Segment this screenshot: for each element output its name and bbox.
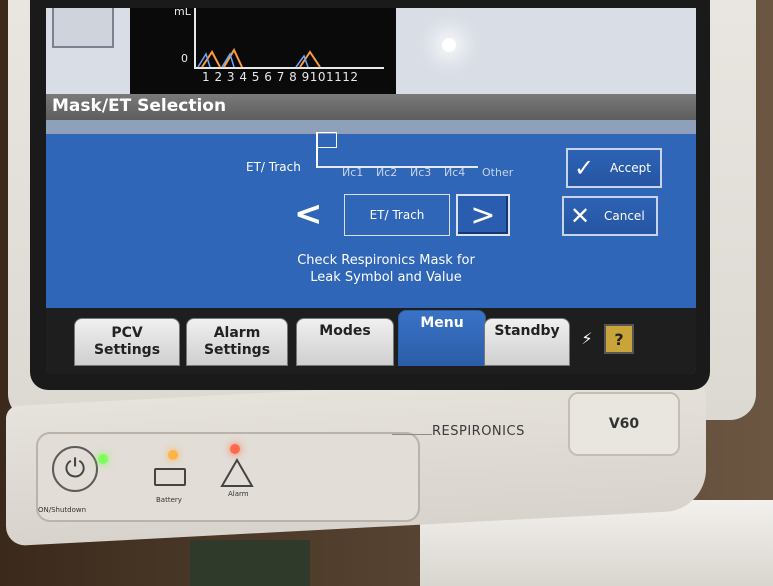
tab-menu[interactable]: Menu	[398, 310, 486, 366]
touchscreen: mL 0 1 2 3 4 5 6 7 8 9101112 Mask/ET Sel…	[46, 8, 696, 374]
title-underline-strip	[46, 120, 696, 134]
bottom-tab-bar: PCV Settings Alarm Settings Modes Menu Sta…	[46, 308, 696, 374]
model-badge: V60	[568, 392, 680, 456]
plug-icon: ⚡	[581, 328, 593, 348]
tab-pcv-settings[interactable]: PCV Settings	[74, 318, 180, 366]
scale-mark-n4[interactable]: Ис4	[444, 166, 465, 179]
accept-label: Accept	[610, 161, 651, 175]
model-label: V60	[608, 416, 640, 432]
scale-start-label: ET/ Trach	[246, 160, 301, 174]
tab-pcv-line1: PCV	[111, 325, 143, 341]
check-icon: ✓	[573, 154, 595, 182]
alarm-led	[230, 444, 240, 454]
tab-alarm-settings[interactable]: Alarm Settings	[186, 318, 288, 366]
tab-pcv-line2: Settings	[93, 342, 161, 358]
current-selection-value: ET/ Trach	[369, 208, 425, 222]
power-label: ON/Shutdown	[38, 506, 87, 514]
scale-end-label[interactable]: Other	[482, 166, 513, 179]
waveform-graph: mL 0 1 2 3 4 5 6 7 8 9101112	[130, 8, 396, 94]
dialog-title-bar: Mask/ET Selection	[46, 94, 696, 120]
alarm-label: Alarm	[228, 490, 249, 498]
alarm-triangle-icon	[220, 458, 254, 487]
tab-modes-label: Modes	[319, 323, 371, 339]
tab-alarm-line1: Alarm	[213, 325, 261, 341]
battery-icon	[154, 468, 186, 486]
brand-divider	[392, 434, 432, 435]
graph-zero-label: 0	[181, 52, 188, 65]
tab-modes[interactable]: Modes	[296, 318, 394, 366]
help-label: ?	[614, 329, 624, 349]
power-led	[98, 454, 108, 464]
power-icon[interactable]: ⏻	[52, 446, 98, 492]
tab-menu-label: Menu	[420, 315, 464, 331]
previous-option-button[interactable]: <	[294, 194, 323, 234]
tab-standby-label: Standby	[494, 323, 560, 339]
x-icon: ✕	[569, 202, 591, 230]
battery-led	[168, 450, 178, 460]
tab-standby[interactable]: Standby	[484, 318, 570, 366]
current-selection-display: ET/ Trach	[344, 194, 450, 236]
graph-button[interactable]	[52, 8, 114, 48]
brand-logo: RESPIRONICS	[432, 424, 525, 439]
tab-alarm-line2: Settings	[203, 342, 271, 358]
cancel-label: Cancel	[604, 209, 645, 223]
dialog-title: Mask/ET Selection	[52, 96, 227, 116]
cancel-button[interactable]: ✕ Cancel	[562, 196, 658, 236]
graph-unit-label: mL	[174, 8, 191, 18]
scale-mark-n2[interactable]: Ис2	[376, 166, 397, 179]
selection-flag-icon	[316, 132, 337, 148]
accept-button[interactable]: ✓ Accept	[566, 148, 662, 188]
instruction-message: Check Respironics Mask for Leak Symbol a…	[266, 252, 506, 286]
battery-label: Battery	[156, 496, 182, 504]
next-option-label: >	[470, 197, 496, 233]
waveform-trace	[197, 47, 321, 68]
scale-mark-n3[interactable]: Ис3	[410, 166, 431, 179]
top-area: mL 0 1 2 3 4 5 6 7 8 9101112	[46, 8, 696, 94]
next-option-button[interactable]: >	[456, 194, 510, 236]
message-line-2: Leak Symbol and Value	[310, 270, 462, 285]
scale-mark-n1[interactable]: Ис1	[342, 166, 363, 179]
message-line-1: Check Respironics Mask for	[297, 253, 475, 268]
screen-glare	[442, 38, 456, 52]
graph-tick-labels: 1 2 3 4 5 6 7 8 9101112	[202, 70, 359, 84]
cables	[190, 540, 310, 586]
help-icon[interactable]: ?	[604, 324, 634, 354]
